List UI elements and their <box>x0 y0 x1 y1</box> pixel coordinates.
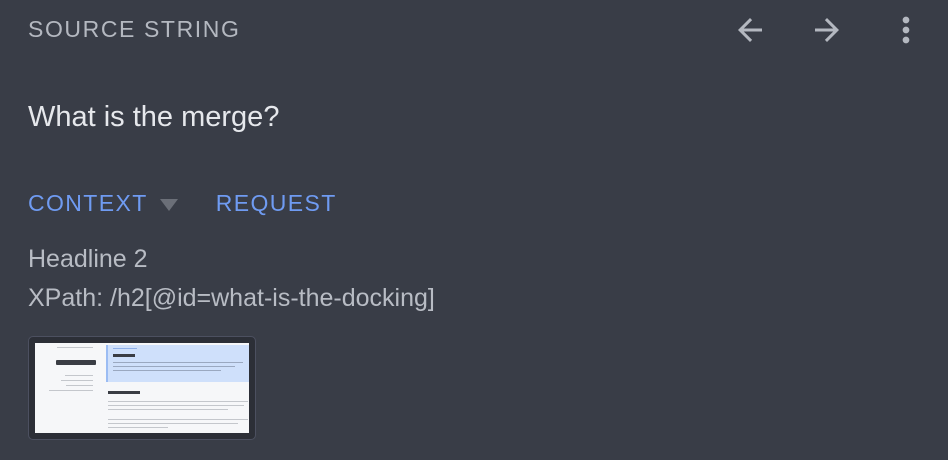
caret-down-icon[interactable] <box>159 198 178 211</box>
source-string-panel: SOURCE STRING What is the merge? CONTEXT… <box>0 0 948 460</box>
context-tabs: CONTEXT REQUEST <box>28 190 337 217</box>
tab-request[interactable]: REQUEST <box>216 190 337 217</box>
arrow-back-icon <box>738 18 762 42</box>
source-string-text: What is the merge? <box>28 101 280 133</box>
screenshot-heading-mark <box>56 360 96 365</box>
context-xpath: XPath: /h2[@id=what-is-the-docking] <box>28 284 435 312</box>
tab-context[interactable]: CONTEXT <box>28 190 148 217</box>
more-vert-icon <box>902 16 910 44</box>
more-options-button[interactable] <box>884 8 928 52</box>
back-button[interactable] <box>728 8 772 52</box>
forward-button[interactable] <box>805 8 849 52</box>
context-screenshot-thumbnail[interactable] <box>28 336 256 440</box>
arrow-forward-icon <box>815 18 839 42</box>
panel-title: SOURCE STRING <box>28 16 241 42</box>
context-type: Headline 2 <box>28 245 148 273</box>
screenshot-image <box>35 343 249 433</box>
